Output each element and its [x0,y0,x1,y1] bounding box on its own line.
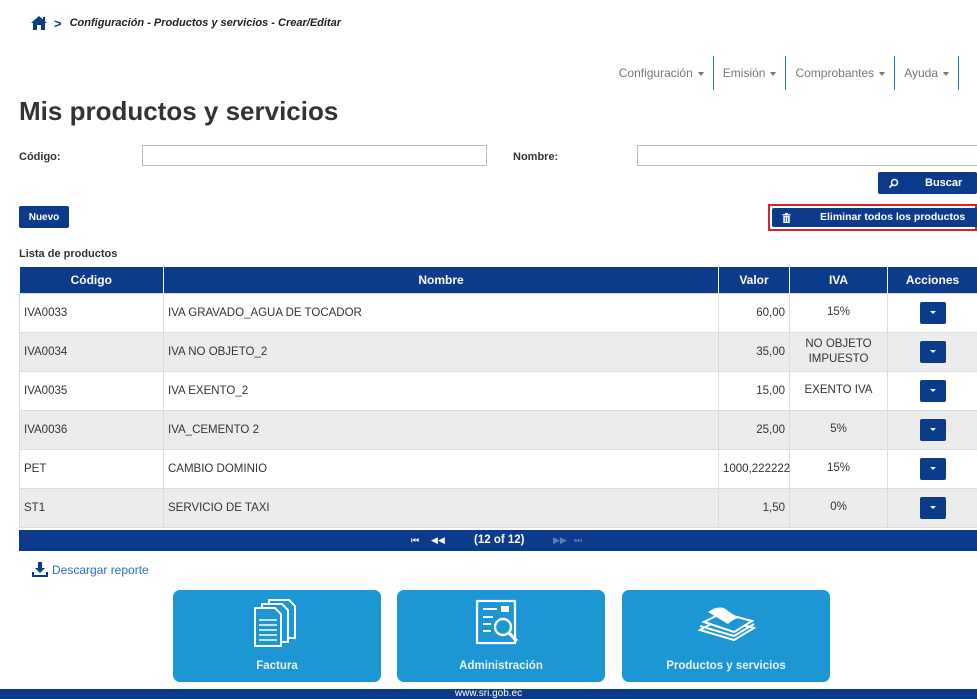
row-actions-button[interactable] [919,418,946,441]
cell-iva: 0% [789,487,888,528]
breadcrumb-separator: > [54,15,62,31]
nav-ayuda[interactable]: Ayuda [895,56,959,90]
cell-acciones [887,448,977,489]
row-actions-button[interactable] [919,457,946,480]
document-search-icon [475,599,519,645]
download-icon [32,562,48,577]
caret-down-icon [929,428,936,431]
cell-nombre: IVA NO OBJETO_2 [163,331,719,372]
page-indicator: (12 of 12) [474,534,525,546]
cell-codigo: IVA0033 [19,292,164,333]
caret-down-icon [770,71,777,76]
nav-emision[interactable]: Emisión [714,56,787,90]
cell-nombre: SERVICIO DE TAXI [163,487,719,528]
tile-administracion[interactable]: Administración [397,590,605,682]
caret-down-icon [929,467,936,470]
breadcrumb: > Configuración - Productos y servicios … [30,13,341,33]
products-table: Código Nombre Valor IVA Acciones IVA0033… [19,267,977,528]
eliminar-highlight: Eliminar todos los productos [768,204,977,231]
paginator: ⏮ ◀◀ (12 of 12) ▶▶ ⏭ [19,530,977,551]
cell-codigo: IVA0035 [19,370,164,411]
download-report-link[interactable]: Descargar reporte [32,562,149,577]
cell-codigo: IVA0036 [19,409,164,450]
cell-codigo: IVA0034 [19,331,164,372]
cell-valor: 15,00 [718,370,790,411]
cell-valor: 1,50 [718,487,790,528]
next-page-icon[interactable]: ▶▶ [553,535,567,546]
documents-icon [254,599,296,647]
row-actions-button[interactable] [919,379,946,402]
footer: www.sri.gob.ec [0,689,977,699]
caret-down-icon [929,311,936,314]
row-actions-button[interactable] [919,301,946,324]
table-row: PET CAMBIO DOMINIO 1000,222222 15% [19,448,977,489]
caret-down-icon [943,71,949,76]
cell-acciones [887,292,977,333]
caret-down-icon [929,350,936,353]
trash-icon [780,212,792,224]
header-iva[interactable]: IVA [789,267,888,293]
cell-nombre: IVA GRAVADO_AGUA DE TOCADOR [163,292,719,333]
cell-nombre: IVA EXENTO_2 [163,370,719,411]
caret-down-icon [929,389,936,392]
cell-valor: 35,00 [718,331,790,372]
cell-codigo: ST1 [19,487,164,528]
tile-productos-servicios[interactable]: Productos y servicios [622,590,830,682]
cell-iva: 5% [789,409,888,450]
cell-acciones [887,409,977,450]
cell-valor: 1000,222222 [718,448,790,489]
nuevo-button[interactable]: Nuevo [19,206,69,228]
table-row: IVA0033 IVA GRAVADO_AGUA DE TOCADOR 60,0… [19,292,977,333]
table-row: ST1 SERVICIO DE TAXI 1,50 0% [19,487,977,528]
paper-stack-icon [697,607,757,642]
codigo-input[interactable] [142,145,487,166]
cell-valor: 60,00 [718,292,790,333]
cell-nombre: CAMBIO DOMINIO [163,448,719,489]
nav-comprobantes[interactable]: Comprobantes [786,56,896,90]
home-icon[interactable] [30,15,48,31]
breadcrumb-path: Configuración - Productos y servicios - … [69,17,341,29]
page-title: Mis productos y servicios [19,96,339,126]
eliminar-todos-button[interactable]: Eliminar todos los productos [772,208,977,227]
cell-acciones [887,487,977,528]
header-acciones: Acciones [887,267,977,293]
nombre-label: Nombre: [513,151,559,163]
cell-nombre: IVA_CEMENTO 2 [163,409,719,450]
cell-iva: NO OBJETO IMPUESTO [789,331,888,372]
cell-acciones [887,331,977,372]
top-navigation: Configuración Emisión Comprobantes Ayuda [610,56,959,90]
header-nombre[interactable]: Nombre [163,267,719,293]
cell-codigo: PET [19,448,164,489]
table-row: IVA0034 IVA NO OBJETO_2 35,00 NO OBJETO … [19,331,977,372]
first-page-icon[interactable]: ⏮ [411,535,419,546]
search-icon [887,177,899,189]
row-actions-button[interactable] [919,496,946,519]
table-row: IVA0035 IVA EXENTO_2 15,00 EXENTO IVA [19,370,977,411]
cell-iva: EXENTO IVA [789,370,888,411]
last-page-icon[interactable]: ⏭ [574,535,582,546]
cell-acciones [887,370,977,411]
table-row: IVA0036 IVA_CEMENTO 2 25,00 5% [19,409,977,450]
cell-iva: 15% [789,448,888,489]
caret-down-icon [697,71,704,76]
header-codigo[interactable]: Código [19,267,164,293]
codigo-label: Código: [19,151,61,163]
caret-down-icon [879,71,886,76]
caret-down-icon [929,506,936,509]
header-valor[interactable]: Valor [718,267,790,293]
prev-page-icon[interactable]: ◀◀ [431,535,445,546]
cell-iva: 15% [789,292,888,333]
cell-valor: 25,00 [718,409,790,450]
nav-configuracion[interactable]: Configuración [610,56,714,90]
buscar-button[interactable]: Buscar [878,172,977,194]
list-title: Lista de productos [19,248,118,260]
row-actions-button[interactable] [919,340,946,363]
table-header-row: Código Nombre Valor IVA Acciones [19,267,977,293]
tile-factura[interactable]: Factura [173,590,381,682]
nombre-input[interactable] [637,145,977,166]
